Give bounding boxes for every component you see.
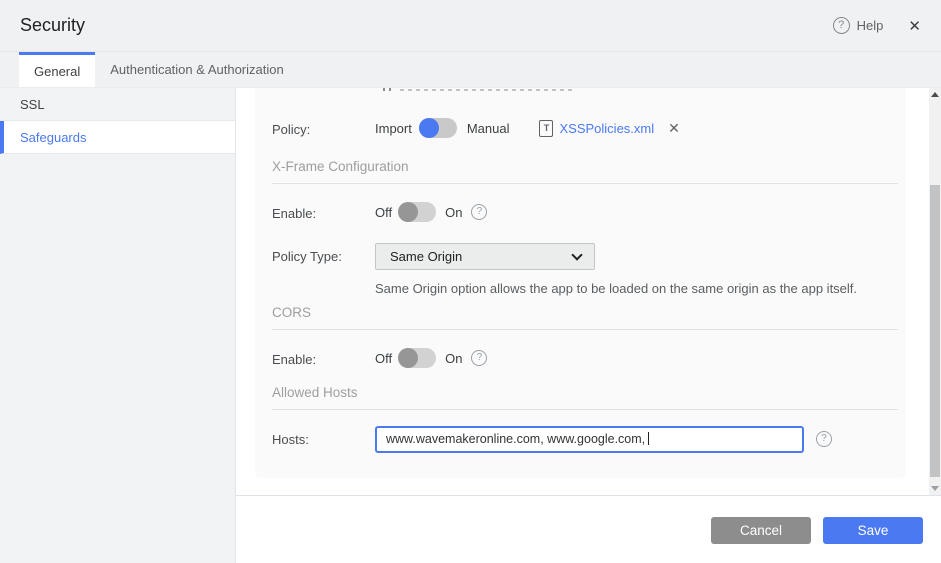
policy-toggle-knob [418,118,439,138]
help-icon[interactable]: ? [832,17,850,34]
tab-authentication-authorization[interactable]: Authentication & Authorization [95,52,298,87]
sidebar: SSL Safeguards [0,88,236,563]
cors-toggle-knob [398,348,419,368]
cors-on-label: On [445,350,463,366]
xframe-section-title: X-Frame Configuration [272,159,409,174]
xml-file-icon: T [539,119,554,137]
dialog-footer: Cancel Save [236,495,941,563]
cancel-button[interactable]: Cancel [711,517,811,544]
cors-enable-row: Off On ? [375,348,488,368]
page-title: Security [20,15,86,35]
policy-row: Import Manual T XSSPolicies.xml ✕ [375,118,680,138]
xframe-enable-label: Enable: [272,206,317,221]
vertical-scrollbar[interactable] [929,88,941,495]
sidebar-item-safeguards[interactable]: Safeguards [0,121,235,154]
header-actions: ? Help ✕ [832,17,921,35]
scrollbar-thumb[interactable] [930,185,940,477]
cors-enable-help-icon[interactable]: ? [471,350,488,366]
cors-enable-toggle[interactable] [398,348,437,368]
policy-label: Policy: [272,122,311,137]
allowed-hosts-divider [272,409,898,410]
cors-divider [272,329,898,330]
policy-type-select[interactable]: Same Origin [375,243,595,270]
policy-file-link[interactable]: XSSPolicies.xml [559,121,654,136]
policy-file-chip: T XSSPolicies.xml ✕ [539,119,680,137]
close-icon[interactable]: ✕ [908,17,921,35]
scrollbar-up-arrow-icon[interactable] [929,88,941,101]
xframe-divider [272,183,898,184]
help-link[interactable]: Help [857,18,884,33]
xframe-off-label: Off [375,204,393,220]
xframe-enable-help-icon[interactable]: ? [471,204,488,220]
policy-toggle[interactable] [418,118,457,138]
hosts-label: Hosts: [272,432,309,447]
safeguards-form-panel: Policy: Import Manual T XSSPolicies.xml … [255,88,906,478]
text-caret [648,432,650,445]
remove-file-icon[interactable]: ✕ [668,120,680,137]
sidebar-item-ssl-label: SSL [20,96,45,112]
sidebar-item-safeguards-label: Safeguards [20,129,87,145]
xframe-enable-row: Off On ? [375,202,488,222]
tab-bar: General Authentication & Authorization [0,52,941,88]
allowed-hosts-section-title: Allowed Hosts [272,385,358,400]
policy-option-import[interactable]: Import [375,121,412,136]
tab-auth-label: Authentication & Authorization [110,62,284,77]
policy-type-hint: Same Origin option allows the app to be … [375,281,858,296]
clipped-scrolled-row [380,88,572,91]
hosts-input[interactable]: www.wavemakeronline.com, www.google.com, [375,426,804,453]
tab-general-label: General [34,63,81,79]
cors-enable-label: Enable: [272,352,317,367]
policy-type-label: Policy Type: [272,249,342,264]
policy-type-value: Same Origin [390,249,463,264]
hosts-input-value: www.wavemakeronline.com, www.google.com, [386,432,646,446]
cors-off-label: Off [375,350,393,366]
hosts-help-icon[interactable]: ? [816,431,832,447]
tab-general[interactable]: General [19,52,96,87]
xframe-enable-toggle[interactable] [398,202,437,222]
dialog-header: Security ? Help ✕ [0,0,941,52]
cors-section-title: CORS [272,305,312,320]
main-content: Policy: Import Manual T XSSPolicies.xml … [236,88,941,563]
scrollbar-down-arrow-icon[interactable] [929,482,941,495]
save-button[interactable]: Save [823,517,923,544]
chevron-down-icon [571,249,583,261]
xframe-on-label: On [445,204,463,220]
xframe-toggle-knob [398,202,419,222]
policy-option-manual[interactable]: Manual [467,121,510,136]
scroll-area: Policy: Import Manual T XSSPolicies.xml … [236,88,941,495]
sidebar-item-ssl[interactable]: SSL [0,88,235,121]
